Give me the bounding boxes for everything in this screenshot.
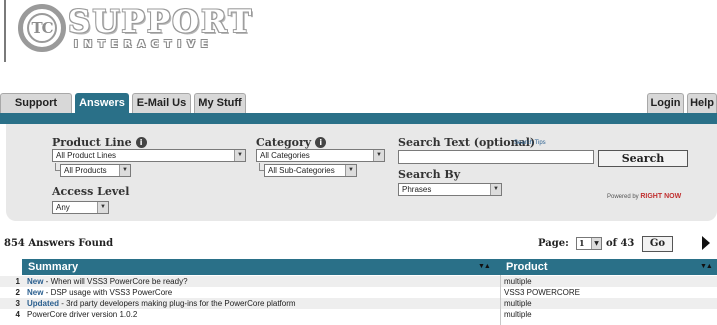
tab-email-us[interactable]: E-Mail Us [132, 93, 191, 113]
info-icon[interactable]: i [315, 137, 327, 148]
row-product: multiple [504, 299, 532, 308]
category-label: Category i [256, 136, 327, 149]
row-number: 3 [15, 299, 20, 308]
main-tabs: Support Home Answers E-Mail Us My Stuff … [0, 93, 717, 128]
rightnow-logo: RIGHT NOW [640, 193, 682, 200]
product-line-select[interactable]: All Product Lines ▼ [52, 149, 246, 162]
row-number: 1 [15, 277, 20, 286]
search-by-select[interactable]: Phrases ▼ [398, 183, 502, 196]
access-level-select[interactable]: Any ▼ [52, 201, 109, 214]
answer-link[interactable]: New - When will VSS3 PowerCore be ready? [27, 276, 497, 287]
dropdown-arrow-icon: ▼ [373, 150, 384, 161]
page-count: of 43 [606, 238, 635, 249]
row-number: 4 [15, 310, 20, 319]
answer-link[interactable]: PowerCore driver version 1.0.2 [27, 309, 497, 320]
dropdown-arrow-icon: ▼ [119, 165, 130, 176]
summary-column-header[interactable]: Summary [22, 259, 78, 275]
answers-found-count: 854 Answers Found [4, 238, 114, 249]
table-row: 3 Updated - 3rd party developers making … [0, 298, 717, 309]
row-product: multiple [504, 277, 532, 286]
tab-my-stuff[interactable]: My Stuff [194, 93, 246, 113]
left-edge-rule [4, 0, 6, 62]
dropdown-arrow-icon: ▼ [490, 184, 501, 195]
product-column-header[interactable]: Product [500, 259, 548, 275]
column-divider [500, 275, 501, 325]
dropdown-arrow-icon: ▼ [591, 238, 601, 249]
page-select[interactable]: 1 ▼ [576, 237, 602, 250]
logo-tagline: INTERACTIVE [74, 39, 214, 50]
info-icon[interactable]: i [135, 137, 147, 148]
search-by-label: Search By [398, 168, 461, 181]
powered-by-rightnow[interactable]: Powered by RIGHT NOW [607, 193, 681, 200]
dropdown-arrow-icon: ▼ [234, 150, 245, 161]
row-product: multiple [504, 310, 532, 319]
category-select[interactable]: All Categories ▼ [256, 149, 385, 162]
page-label: Page: [538, 238, 569, 249]
status-badge: Updated [27, 299, 59, 308]
row-product: VSS3 POWERCORE [504, 288, 581, 297]
sort-arrows-icon[interactable]: ▼▲ [700, 263, 713, 270]
next-page-arrow-icon[interactable] [702, 236, 710, 250]
tab-login[interactable]: Login [647, 93, 684, 113]
search-text-input[interactable] [398, 150, 594, 164]
status-badge: New [27, 288, 44, 297]
table-row: 4 PowerCore driver version 1.0.2 multipl… [0, 309, 717, 320]
search-button[interactable]: Search [598, 150, 688, 167]
dropdown-arrow-icon: ▼ [345, 165, 356, 176]
tab-help[interactable]: Help [687, 93, 717, 113]
status-badge: New [27, 277, 44, 286]
product-line-label: Product Line i [52, 136, 147, 149]
support-logo[interactable]: TC SUPPORT INTERACTIVE [18, 2, 268, 58]
tc-logo-text: TC [27, 13, 57, 43]
products-select[interactable]: All Products ▼ [60, 164, 131, 177]
nav-bar [0, 113, 717, 124]
table-row: 1 New - When will VSS3 PowerCore be read… [0, 276, 717, 287]
answer-link[interactable]: New - DSP usage with VSS3 PowerCore [27, 287, 497, 298]
dropdown-arrow-icon: ▼ [97, 202, 108, 213]
table-row: 2 New - DSP usage with VSS3 PowerCore VS… [0, 287, 717, 298]
results-table-header: Summary ▼▲ Product ▼▲ [22, 259, 717, 275]
sub-category-select[interactable]: All Sub-Categories ▼ [264, 164, 357, 177]
tab-support-home[interactable]: Support Home [0, 93, 72, 128]
row-number: 2 [15, 288, 20, 297]
go-button[interactable]: Go [642, 236, 673, 252]
tc-logo-mark: TC [18, 4, 66, 52]
access-level-label: Access Level [52, 185, 130, 198]
answer-link[interactable]: Updated - 3rd party developers making pl… [27, 298, 497, 309]
logo-wordmark: SUPPORT [68, 4, 254, 40]
search-tips-link[interactable]: Search Tips [514, 140, 546, 146]
tab-answers[interactable]: Answers [75, 93, 129, 113]
sort-arrows-icon[interactable]: ▼▲ [478, 263, 491, 270]
